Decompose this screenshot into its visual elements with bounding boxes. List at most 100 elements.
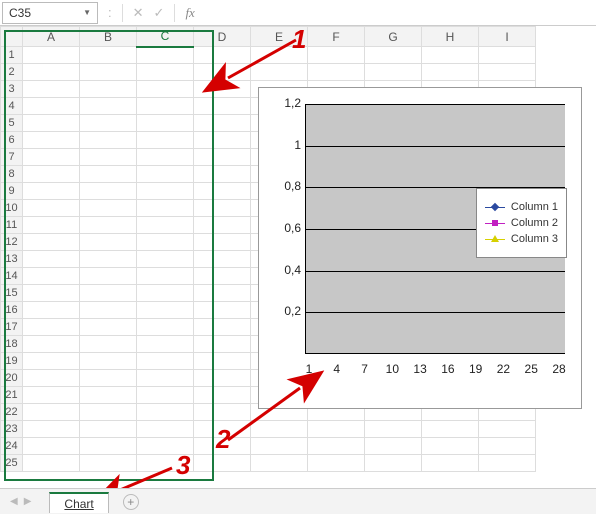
cell[interactable]	[23, 404, 80, 421]
cell[interactable]	[308, 47, 365, 64]
cell[interactable]	[23, 387, 80, 404]
cell[interactable]	[23, 217, 80, 234]
cell[interactable]	[194, 217, 251, 234]
row-header[interactable]: 21	[1, 387, 23, 404]
cell[interactable]	[137, 336, 194, 353]
chart-object[interactable]: Column 1Column 2Column 3 0,20,40,60,811,…	[258, 87, 582, 409]
cell[interactable]	[23, 149, 80, 166]
cell[interactable]	[137, 47, 194, 64]
cell[interactable]	[194, 200, 251, 217]
cell[interactable]	[365, 455, 422, 472]
cell[interactable]	[80, 455, 137, 472]
cell[interactable]	[137, 387, 194, 404]
row-header[interactable]: 14	[1, 268, 23, 285]
cell[interactable]	[194, 234, 251, 251]
cell[interactable]	[137, 115, 194, 132]
cell[interactable]	[80, 217, 137, 234]
cell[interactable]	[194, 370, 251, 387]
column-header[interactable]: I	[479, 27, 536, 47]
cell[interactable]	[137, 285, 194, 302]
row-header[interactable]: 24	[1, 438, 23, 455]
cell[interactable]	[194, 149, 251, 166]
cell[interactable]	[137, 251, 194, 268]
cell[interactable]	[479, 47, 536, 64]
cell[interactable]	[23, 319, 80, 336]
cell[interactable]	[194, 285, 251, 302]
select-all-corner[interactable]	[1, 27, 23, 47]
cell[interactable]	[422, 64, 479, 81]
column-header[interactable]: H	[422, 27, 479, 47]
cell[interactable]	[194, 132, 251, 149]
fx-icon[interactable]: fx	[185, 5, 194, 21]
cell[interactable]	[365, 47, 422, 64]
cell[interactable]	[80, 387, 137, 404]
cell[interactable]	[194, 455, 251, 472]
cell[interactable]	[422, 438, 479, 455]
cell[interactable]	[194, 353, 251, 370]
cell[interactable]	[194, 387, 251, 404]
row-header[interactable]: 12	[1, 234, 23, 251]
sheet-tab-chart[interactable]: Chart	[49, 492, 108, 513]
cell[interactable]	[80, 421, 137, 438]
cell[interactable]	[194, 183, 251, 200]
row-header[interactable]: 23	[1, 421, 23, 438]
cell[interactable]	[80, 251, 137, 268]
cell[interactable]	[194, 404, 251, 421]
cell[interactable]	[80, 370, 137, 387]
row-header[interactable]: 17	[1, 319, 23, 336]
cell[interactable]	[23, 47, 80, 64]
cell[interactable]	[137, 183, 194, 200]
row-header[interactable]: 13	[1, 251, 23, 268]
row-header[interactable]: 1	[1, 47, 23, 64]
cell[interactable]	[23, 438, 80, 455]
row-header[interactable]: 9	[1, 183, 23, 200]
cell[interactable]	[137, 98, 194, 115]
row-header[interactable]: 15	[1, 285, 23, 302]
row-header[interactable]: 10	[1, 200, 23, 217]
cell[interactable]	[137, 404, 194, 421]
cell[interactable]	[80, 166, 137, 183]
cell[interactable]	[137, 268, 194, 285]
row-header[interactable]: 6	[1, 132, 23, 149]
row-header[interactable]: 8	[1, 166, 23, 183]
cell[interactable]	[479, 455, 536, 472]
cell[interactable]	[137, 302, 194, 319]
cell[interactable]	[137, 234, 194, 251]
cell[interactable]	[23, 200, 80, 217]
cell[interactable]	[137, 81, 194, 98]
cell[interactable]	[194, 166, 251, 183]
cell[interactable]	[194, 115, 251, 132]
column-header[interactable]: B	[80, 27, 137, 47]
legend-item[interactable]: Column 2	[485, 217, 558, 229]
cell[interactable]	[80, 64, 137, 81]
legend-item[interactable]: Column 3	[485, 233, 558, 245]
cell[interactable]	[137, 370, 194, 387]
cell[interactable]	[194, 336, 251, 353]
tab-nav-prev-icon[interactable]: ◀	[8, 494, 20, 509]
cell[interactable]	[137, 166, 194, 183]
cell[interactable]	[137, 149, 194, 166]
cell[interactable]	[479, 64, 536, 81]
cell[interactable]	[80, 81, 137, 98]
cell[interactable]	[365, 438, 422, 455]
cell[interactable]	[80, 302, 137, 319]
legend-item[interactable]: Column 1	[485, 201, 558, 213]
cell[interactable]	[194, 98, 251, 115]
row-header[interactable]: 18	[1, 336, 23, 353]
cell[interactable]	[80, 183, 137, 200]
cell[interactable]	[251, 455, 308, 472]
row-header[interactable]: 2	[1, 64, 23, 81]
cell[interactable]	[23, 115, 80, 132]
cell[interactable]	[137, 421, 194, 438]
row-header[interactable]: 20	[1, 370, 23, 387]
cell[interactable]	[23, 370, 80, 387]
cell[interactable]	[23, 81, 80, 98]
cell[interactable]	[137, 64, 194, 81]
cell[interactable]	[422, 47, 479, 64]
cell[interactable]	[23, 132, 80, 149]
cell[interactable]	[308, 64, 365, 81]
cell[interactable]	[194, 47, 251, 64]
cell[interactable]	[308, 438, 365, 455]
cell[interactable]	[23, 251, 80, 268]
cell[interactable]	[23, 285, 80, 302]
